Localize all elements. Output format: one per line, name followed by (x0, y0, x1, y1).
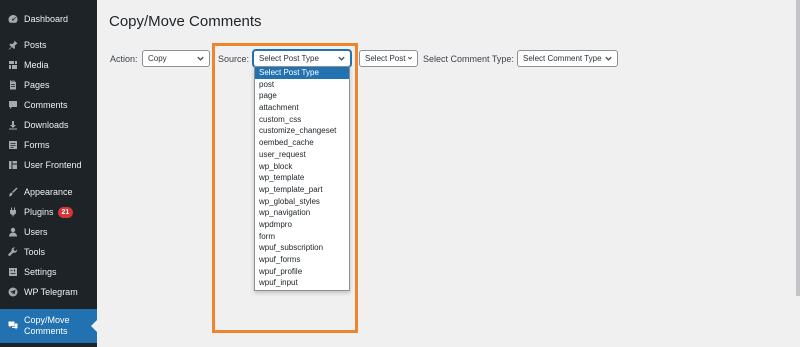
sidebar-item-posts[interactable]: Posts (0, 35, 97, 55)
source-select-value: Select Post Type (259, 54, 319, 63)
sidebar-item-label: Users (24, 227, 48, 237)
sidebar-item-copy-move-comments[interactable]: Copy/Move Comments (0, 309, 97, 343)
sidebar-item-label: WP Telegram (24, 287, 78, 297)
sidebar-item-label: Comments (24, 100, 68, 110)
sidebar-item-label: Posts (24, 40, 47, 50)
download-icon (8, 120, 18, 130)
action-select-value: Copy (148, 54, 167, 63)
sidebar-item-label: Settings (24, 267, 57, 277)
sidebar-item-comments[interactable]: Comments (0, 95, 97, 115)
sidebar-item-label: User Frontend (24, 160, 82, 170)
admin-sidebar: Dashboard Posts Media Pages Comments Dow… (0, 0, 97, 347)
plugins-update-badge: 21 (57, 206, 74, 218)
dropdown-option[interactable]: wp_global_styles (255, 196, 349, 208)
chevron-down-icon (604, 54, 613, 63)
sidebar-item-label: Plugins (24, 207, 54, 217)
dropdown-option[interactable]: wpdmpro (255, 219, 349, 231)
dashboard-icon (8, 14, 18, 24)
action-label: Action: (110, 54, 138, 64)
sidebar-item-label: Downloads (24, 120, 69, 130)
sidebar-item-label: Pages (24, 80, 50, 90)
sidebar-item-pages[interactable]: Pages (0, 75, 97, 95)
dropdown-option[interactable]: wp_template_part (255, 184, 349, 196)
dropdown-option[interactable]: oembed_cache (255, 137, 349, 149)
sidebar-item-downloads[interactable]: Downloads (0, 115, 97, 135)
chevron-down-icon (407, 54, 413, 63)
comment-type-select[interactable]: Select Comment Type (517, 50, 618, 67)
chevron-down-icon (337, 54, 346, 63)
sidebar-item-label: Dashboard (24, 14, 69, 24)
select-post-value: Select Post (365, 54, 406, 63)
sidebar-item-media[interactable]: Media (0, 55, 97, 75)
sidebar-item-label: Forms (24, 140, 50, 150)
plugin-icon (8, 207, 18, 217)
current-page-arrow (91, 320, 97, 332)
page-scrollbar[interactable] (796, 0, 800, 296)
select-post-select[interactable]: Select Post (359, 50, 418, 67)
sidebar-item-appearance[interactable]: Appearance (0, 182, 97, 202)
dropdown-option[interactable]: post (255, 79, 349, 91)
sidebar-item-label: Appearance (24, 187, 73, 197)
dropdown-option[interactable]: wp_navigation (255, 207, 349, 219)
dropdown-option[interactable]: wpuf_profile (255, 266, 349, 278)
user-icon (8, 227, 18, 237)
brush-icon (8, 187, 18, 197)
sidebar-item-tools[interactable]: Tools (0, 242, 97, 262)
dropdown-option[interactable]: wpuf_input (255, 277, 349, 289)
wrench-icon (8, 247, 18, 257)
forms-icon (8, 140, 18, 150)
sidebar-item-label: Tools (24, 247, 46, 257)
comment-type-label: Select Comment Type: (423, 54, 514, 64)
media-icon (8, 60, 18, 70)
action-select[interactable]: Copy (142, 50, 210, 67)
sidebar-item-settings[interactable]: Settings (0, 262, 97, 282)
post-type-dropdown-list[interactable]: Select Post Type post page attachment cu… (254, 66, 350, 291)
dropdown-option[interactable]: custom_css (255, 114, 349, 126)
sidebar-item-label: Copy/Move Comments (24, 315, 70, 336)
sidebar-item-user-frontend[interactable]: User Frontend (0, 155, 97, 175)
dropdown-option[interactable]: user_request (255, 149, 349, 161)
copy-comments-icon (8, 321, 18, 331)
sidebar-item-dashboard[interactable]: Dashboard (0, 9, 97, 29)
pin-icon (8, 40, 18, 50)
dropdown-option[interactable]: wp_block (255, 161, 349, 173)
sidebar-item-forms[interactable]: Forms (0, 135, 97, 155)
dropdown-option[interactable]: page (255, 90, 349, 102)
dropdown-option[interactable]: Select Post Type (255, 67, 349, 79)
sidebar-item-plugins[interactable]: Plugins 21 (0, 202, 97, 222)
comment-type-value: Select Comment Type (523, 54, 602, 63)
sidebar-item-wp-telegram[interactable]: WP Telegram (0, 282, 97, 302)
source-select[interactable]: Select Post Type (253, 50, 351, 67)
dropdown-option[interactable]: form (255, 231, 349, 243)
frontend-icon (8, 160, 18, 170)
chevron-down-icon (196, 54, 205, 63)
settings-icon (8, 267, 18, 277)
telegram-icon (8, 287, 18, 297)
comment-icon (8, 100, 18, 110)
dropdown-option[interactable]: customize_changeset (255, 125, 349, 137)
page-icon (8, 80, 18, 90)
sidebar-item-users[interactable]: Users (0, 222, 97, 242)
page-title: Copy/Move Comments (109, 13, 262, 30)
source-label: Source: (218, 54, 250, 64)
dropdown-option[interactable]: wp_template (255, 172, 349, 184)
dropdown-option[interactable]: attachment (255, 102, 349, 114)
sidebar-item-label: Media (24, 60, 49, 70)
dropdown-option[interactable]: wpuf_forms (255, 254, 349, 266)
dropdown-option[interactable]: wpuf_subscription (255, 242, 349, 254)
